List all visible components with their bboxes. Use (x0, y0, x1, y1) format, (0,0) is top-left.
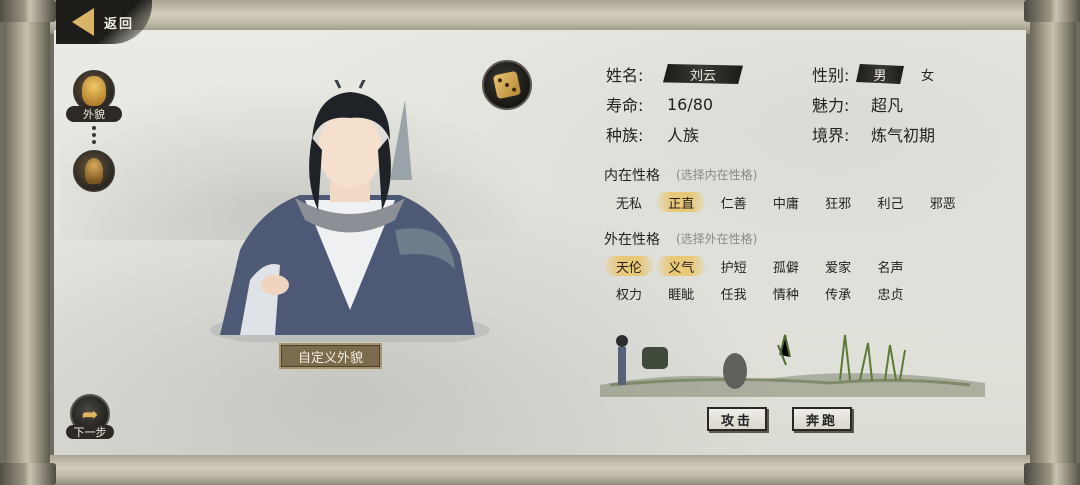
trait-chip[interactable]: 利己 (867, 192, 915, 212)
scroll-bottom-band (50, 455, 1030, 485)
gender-label: 性别: (812, 66, 850, 85)
race-label: 种族: (606, 126, 644, 145)
trait-chip[interactable]: 邪恶 (919, 192, 967, 212)
attack-button[interactable]: 攻击 (707, 407, 767, 431)
trait-chip[interactable]: 无私 (605, 192, 653, 212)
name-input[interactable]: 刘云 (663, 64, 743, 84)
trait-chip[interactable]: 义气 (657, 256, 706, 276)
figurine-icon (85, 158, 103, 184)
ink-landscape-illustration (600, 334, 985, 397)
gender-option-male[interactable]: 男 (856, 64, 904, 84)
trait-chip[interactable]: 睚眦 (657, 283, 705, 303)
character-portrait (210, 80, 490, 342)
trait-chip[interactable]: 忠贞 (867, 283, 915, 303)
trait-chip[interactable]: 护短 (710, 256, 758, 276)
name-label: 姓名: (606, 66, 644, 85)
appearance-tab-label: 外貌 (66, 106, 122, 122)
trait-chip[interactable]: 天伦 (605, 256, 653, 276)
scroll-top-band (50, 0, 1030, 34)
next-step-label: 下一步 (66, 425, 114, 439)
gender-option-female[interactable]: 女 (921, 64, 934, 84)
realm-value: 炼气初期 (871, 126, 936, 145)
trait-chip[interactable]: 孤僻 (762, 256, 810, 276)
scroll-rod-right (1024, 0, 1080, 485)
realm-label: 境界: (812, 126, 850, 145)
next-arrow-icon: ➦ (81, 402, 99, 426)
trait-chip[interactable]: 传承 (814, 283, 862, 303)
outer-personality-hint: (选择外在性格) (676, 232, 758, 246)
figure-tab-button[interactable] (73, 150, 115, 192)
trait-chip[interactable]: 名声 (867, 256, 915, 276)
inner-personality-title: 内在性格 (604, 168, 660, 184)
golden-face-icon (82, 76, 106, 106)
trait-chip[interactable]: 任我 (710, 283, 758, 303)
trait-chip[interactable]: 情种 (762, 283, 810, 303)
lifespan-label: 寿命: (606, 96, 644, 115)
inner-personality-hint: (选择内在性格) (676, 168, 758, 182)
trait-chip[interactable]: 仁善 (710, 192, 758, 212)
trait-chip[interactable]: 中庸 (762, 192, 810, 212)
lifespan-value: 16/80 (667, 94, 714, 114)
back-label: 返回 (104, 16, 135, 32)
flee-button[interactable]: 奔跑 (792, 407, 852, 431)
outer-personality-title: 外在性格 (604, 232, 660, 248)
randomize-dice-button[interactable] (482, 60, 532, 110)
trait-chip[interactable]: 正直 (657, 192, 706, 212)
dice-icon (492, 70, 522, 100)
trait-chip[interactable]: 爱家 (814, 256, 862, 276)
back-arrow-icon (72, 8, 94, 36)
charm-value: 超凡 (871, 96, 904, 115)
customize-appearance-button[interactable]: 自定义外貌 (279, 343, 382, 369)
charm-label: 魅力: (812, 96, 850, 115)
trait-chip[interactable]: 狂邪 (814, 192, 862, 212)
scroll-rod-left (0, 0, 56, 485)
race-value: 人族 (667, 126, 700, 145)
trait-chip[interactable]: 权力 (605, 283, 653, 303)
tab-separator-dots (92, 126, 96, 147)
